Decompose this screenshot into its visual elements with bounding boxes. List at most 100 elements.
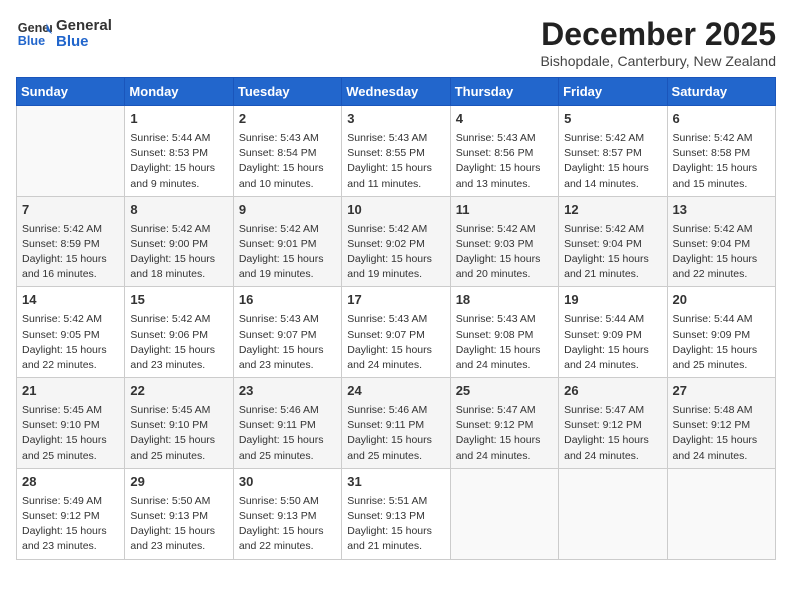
day-info-line: Daylight: 15 hours	[347, 343, 444, 358]
calendar-table: SundayMondayTuesdayWednesdayThursdayFrid…	[16, 77, 776, 560]
day-number: 3	[347, 110, 444, 129]
day-info-line: Daylight: 15 hours	[22, 343, 119, 358]
day-number: 21	[22, 382, 119, 401]
calendar-day-cell: 26Sunrise: 5:47 AMSunset: 9:12 PMDayligh…	[559, 378, 667, 469]
day-info-line: Sunrise: 5:49 AM	[22, 494, 119, 509]
day-number: 14	[22, 291, 119, 310]
day-info-line: and 23 minutes.	[130, 539, 227, 554]
day-info-line: Sunset: 9:12 PM	[564, 418, 661, 433]
calendar-day-cell: 2Sunrise: 5:43 AMSunset: 8:54 PMDaylight…	[233, 106, 341, 197]
page-header: General Blue General Blue December 2025 …	[16, 16, 776, 69]
day-number: 19	[564, 291, 661, 310]
calendar-day-cell: 18Sunrise: 5:43 AMSunset: 9:08 PMDayligh…	[450, 287, 558, 378]
day-info-line: and 24 minutes.	[564, 449, 661, 464]
day-info-line: and 22 minutes.	[22, 358, 119, 373]
calendar-day-cell: 19Sunrise: 5:44 AMSunset: 9:09 PMDayligh…	[559, 287, 667, 378]
calendar-day-cell: 10Sunrise: 5:42 AMSunset: 9:02 PMDayligh…	[342, 196, 450, 287]
day-info-line: Daylight: 15 hours	[564, 161, 661, 176]
calendar-empty-cell	[17, 106, 125, 197]
day-info-line: Daylight: 15 hours	[239, 252, 336, 267]
calendar-week-row: 28Sunrise: 5:49 AMSunset: 9:12 PMDayligh…	[17, 468, 776, 559]
day-info-line: Daylight: 15 hours	[456, 252, 553, 267]
day-info-line: Sunrise: 5:45 AM	[22, 403, 119, 418]
calendar-day-cell: 17Sunrise: 5:43 AMSunset: 9:07 PMDayligh…	[342, 287, 450, 378]
day-info-line: and 24 minutes.	[456, 449, 553, 464]
day-info-line: Sunset: 9:12 PM	[456, 418, 553, 433]
day-info-line: Sunrise: 5:46 AM	[239, 403, 336, 418]
day-info-line: Daylight: 15 hours	[564, 433, 661, 448]
day-info-line: Daylight: 15 hours	[347, 252, 444, 267]
day-number: 31	[347, 473, 444, 492]
calendar-day-cell: 21 Sunrise: 5:45 AMSunset: 9:10 PMDayligh…	[17, 378, 125, 469]
day-info-line: Daylight: 15 hours	[130, 343, 227, 358]
day-info-line: Sunrise: 5:43 AM	[456, 131, 553, 146]
day-info-line: and 23 minutes.	[22, 539, 119, 554]
day-info-line: Daylight: 15 hours	[130, 433, 227, 448]
day-number: 28	[22, 473, 119, 492]
day-info-line: Sunset: 8:54 PM	[239, 146, 336, 161]
day-info-line: Sunrise: 5:48 AM	[673, 403, 770, 418]
calendar-day-cell: 27Sunrise: 5:48 AMSunset: 9:12 PMDayligh…	[667, 378, 775, 469]
day-number: 4	[456, 110, 553, 129]
day-number: 11	[456, 201, 553, 220]
day-number: 23	[239, 382, 336, 401]
calendar-day-cell: 7Sunrise: 5:42 AMSunset: 8:59 PMDaylight…	[17, 196, 125, 287]
calendar-day-cell: 30Sunrise: 5:50 AMSunset: 9:13 PMDayligh…	[233, 468, 341, 559]
svg-text:Blue: Blue	[18, 34, 45, 48]
day-info-line: Sunset: 9:02 PM	[347, 237, 444, 252]
day-info-line: Daylight: 15 hours	[130, 252, 227, 267]
day-info-line: Daylight: 15 hours	[22, 524, 119, 539]
day-info-line: and 21 minutes.	[347, 539, 444, 554]
day-info-line: Sunrise: 5:42 AM	[564, 131, 661, 146]
calendar-day-cell: 23 Sunrise: 5:46 AMSunset: 9:11 PMDayligh…	[233, 378, 341, 469]
day-info-line: and 10 minutes.	[239, 177, 336, 192]
weekday-header: Monday	[125, 78, 233, 106]
day-info-line: Sunset: 9:04 PM	[564, 237, 661, 252]
day-info-line: Daylight: 15 hours	[564, 252, 661, 267]
day-info-line: Sunset: 8:57 PM	[564, 146, 661, 161]
calendar-day-cell: 16Sunrise: 5:43 AMSunset: 9:07 PMDayligh…	[233, 287, 341, 378]
day-number: 30	[239, 473, 336, 492]
day-info-line: Sunrise: 5:47 AM	[456, 403, 553, 418]
day-number: 12	[564, 201, 661, 220]
day-info-line: Sunrise: 5:43 AM	[347, 131, 444, 146]
day-number: 8	[130, 201, 227, 220]
day-info-line: Sunset: 9:05 PM	[22, 328, 119, 343]
logo-blue-text: Blue	[56, 34, 112, 51]
day-info-line: Daylight: 15 hours	[347, 161, 444, 176]
calendar-week-row: 14Sunrise: 5:42 AMSunset: 9:05 PMDayligh…	[17, 287, 776, 378]
day-info-line: Daylight: 15 hours	[22, 252, 119, 267]
day-info-line: Sunset: 9:08 PM	[456, 328, 553, 343]
weekday-header: Tuesday	[233, 78, 341, 106]
calendar-day-cell: 6Sunrise: 5:42 AMSunset: 8:58 PMDaylight…	[667, 106, 775, 197]
day-info-line: Sunrise: 5:42 AM	[564, 222, 661, 237]
day-info-line: and 24 minutes.	[456, 358, 553, 373]
calendar-week-row: 21Sunrise: 5:45 AMSunset: 9:10 PMDayligh…	[17, 378, 776, 469]
day-info-line: Sunset: 8:55 PM	[347, 146, 444, 161]
day-info-line: Sunset: 9:04 PM	[673, 237, 770, 252]
day-info-line: Sunset: 9:11 PM	[239, 418, 336, 433]
calendar-day-cell: 1Sunrise: 5:44 AMSunset: 8:53 PMDaylight…	[125, 106, 233, 197]
day-number: 16	[239, 291, 336, 310]
day-info-line: Sunrise: 5:43 AM	[347, 312, 444, 327]
day-info-line: Sunrise: 5:44 AM	[130, 131, 227, 146]
day-info-line: Daylight: 15 hours	[22, 433, 119, 448]
day-info-line: Sunset: 9:10 PM	[22, 418, 119, 433]
day-info-line: Sunset: 9:11 PM	[347, 418, 444, 433]
calendar-empty-cell	[450, 468, 558, 559]
weekday-header: Sunday	[17, 78, 125, 106]
day-info-line: Daylight: 15 hours	[456, 343, 553, 358]
day-info-line: Daylight: 15 hours	[239, 161, 336, 176]
day-info-line: Sunset: 9:13 PM	[347, 509, 444, 524]
weekday-header: Saturday	[667, 78, 775, 106]
day-info-line: and 13 minutes.	[456, 177, 553, 192]
calendar-day-cell: 22Sunrise: 5:45 AMSunset: 9:10 PMDayligh…	[125, 378, 233, 469]
day-info-line: and 25 minutes.	[22, 449, 119, 464]
day-info-line: Sunset: 9:10 PM	[130, 418, 227, 433]
day-number: 24	[347, 382, 444, 401]
day-info-line: and 11 minutes.	[347, 177, 444, 192]
day-info-line: Sunset: 9:13 PM	[130, 509, 227, 524]
day-info-line: Sunrise: 5:42 AM	[673, 131, 770, 146]
day-info-line: Daylight: 15 hours	[239, 433, 336, 448]
weekday-header: Wednesday	[342, 78, 450, 106]
